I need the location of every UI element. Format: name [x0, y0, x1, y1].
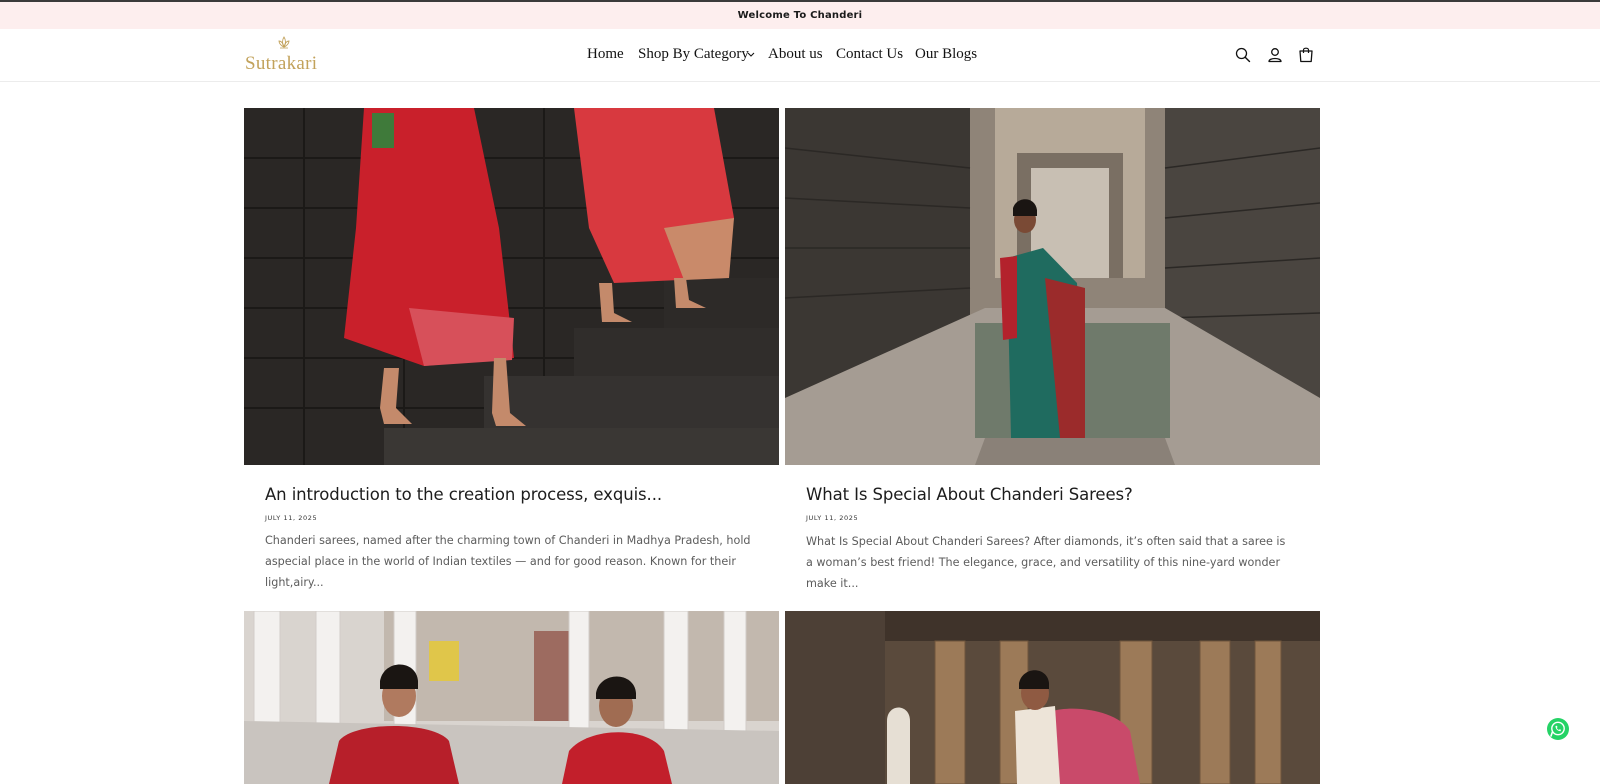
lotus-icon — [278, 36, 290, 49]
blog-card-excerpt-1: Chanderi sarees, named after the charmin… — [265, 534, 751, 589]
saree-photo-stepwell — [785, 108, 1320, 465]
site-header: Sutrakari Home Shop By Category About us… — [0, 29, 1600, 82]
blog-card-image-2[interactable] — [785, 108, 1320, 465]
account-icon[interactable] — [1265, 45, 1285, 65]
nav-contact-us[interactable]: Contact Us — [836, 46, 903, 63]
chevron-down-icon[interactable] — [747, 52, 755, 58]
logo-text: Sutrakari — [245, 53, 318, 74]
blog-card-date-2: JULY 11, 2025 — [806, 514, 859, 522]
nav-home[interactable]: Home — [587, 46, 624, 63]
logo[interactable]: Sutrakari — [243, 35, 329, 75]
nav-our-blogs[interactable]: Our Blogs — [915, 46, 977, 63]
announcement-bar: Welcome To Chanderi — [0, 0, 1600, 29]
saree-photo-pillars — [785, 611, 1320, 784]
blog-card-image-3[interactable] — [244, 611, 779, 784]
announcement-text: Welcome To Chanderi — [737, 10, 863, 21]
whatsapp-icon[interactable] — [1546, 717, 1570, 741]
blog-card-image-1[interactable] — [244, 108, 779, 465]
nav-about-us[interactable]: About us — [768, 46, 823, 63]
blog-card-title-2[interactable]: What Is Special About Chanderi Sarees? — [806, 485, 1133, 504]
saree-photo-steps — [244, 108, 779, 465]
saree-photo-temple — [244, 611, 779, 784]
nav-shop-by-category[interactable]: Shop By Category — [638, 46, 749, 63]
blog-card-excerpt-2: What Is Special About Chanderi Sarees? A… — [806, 535, 1286, 590]
blog-card-title-1[interactable]: An introduction to the creation process,… — [265, 485, 662, 504]
blog-card-image-4[interactable] — [785, 611, 1320, 784]
blog-card-date-1: JULY 11, 2025 — [265, 514, 318, 522]
cart-icon[interactable] — [1296, 45, 1316, 65]
search-icon[interactable] — [1233, 45, 1253, 65]
